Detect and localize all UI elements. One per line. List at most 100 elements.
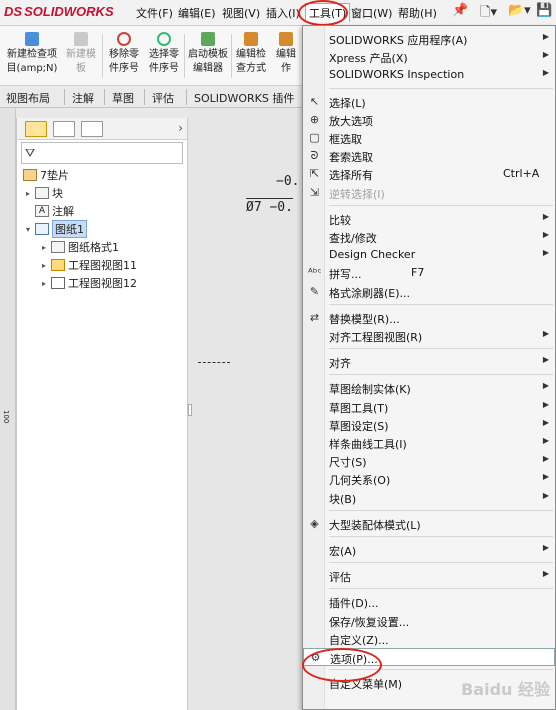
tab-annotation[interactable]: 注解 xyxy=(72,90,94,106)
menu-item-23[interactable]: 草图工具(T) ▶ xyxy=(303,398,555,416)
menu-item-2[interactable]: SOLIDWORKS Inspection ▶ xyxy=(303,66,555,84)
menu-item-24[interactable]: 草图设定(S) ▶ xyxy=(303,416,555,434)
menu-item-17[interactable]: ⇄ 替换模型(R)... xyxy=(303,309,555,327)
tree-item-annotation[interactable]: A 注解 xyxy=(23,202,74,220)
new-check-icon xyxy=(25,32,39,46)
menu-item-label: 块(B) xyxy=(329,492,357,506)
tools-dropdown-menu: SOLIDWORKS 应用程序(A) ▶ Xpress 产品(X) ▶ SOLIDWOR… xyxy=(302,25,556,710)
menu-item-37[interactable]: 保存/恢复设置... xyxy=(303,612,555,630)
menu-item-6[interactable]: ▢ 框选取 xyxy=(303,129,555,147)
tree-item-drawing-view12[interactable]: ▸ 工程图视图12 xyxy=(39,274,137,292)
tab-evaluate[interactable]: 评估 xyxy=(152,90,174,106)
new-template-button[interactable]: 新建模 板 xyxy=(62,32,100,76)
menu-item-34[interactable]: 评估 ▶ xyxy=(303,567,555,585)
remove-balloon-button[interactable]: 移除零 件序号 xyxy=(104,32,144,76)
filter-input[interactable]: ⛛ xyxy=(21,142,183,164)
menu-help[interactable]: 帮助(H) xyxy=(398,5,437,21)
menu-item-12[interactable]: 查找/修改 ▶ xyxy=(303,228,555,246)
menu-item-28[interactable]: 块(B) ▶ xyxy=(303,489,555,507)
menu-item-18[interactable]: 对齐工程图视图(R) ▶ xyxy=(303,327,555,345)
menu-separator xyxy=(329,204,553,206)
menu-item-8[interactable]: ⇱ 选择所有 Ctrl+A xyxy=(303,165,555,183)
menu-item-shortcut: Ctrl+A xyxy=(503,167,540,181)
menu-item-30[interactable]: ◈ 大型装配体模式(L) xyxy=(303,515,555,533)
config-tab-icon[interactable] xyxy=(81,121,103,137)
menu-item-7[interactable]: ᘐ 套索选取 xyxy=(303,147,555,165)
new-check-item-button[interactable]: 新建检查项 目(amp;N) xyxy=(4,32,60,76)
menu-item-5[interactable]: ⊕ 放大选项 xyxy=(303,111,555,129)
tree-item-drawing-view11[interactable]: ▸ 工程图视图11 xyxy=(39,256,137,274)
save-icon[interactable]: 💾 xyxy=(536,3,552,18)
menu-item-label: 样条曲线工具(I) xyxy=(329,438,407,451)
watermark: Baidu 经验 xyxy=(461,680,550,699)
edit-op-button[interactable]: 编辑 作 xyxy=(271,32,301,76)
menu-item-label: 草图绘制实体(K) xyxy=(329,383,411,397)
menu-view[interactable]: 视图(V) xyxy=(222,5,260,21)
property-tab-icon[interactable] xyxy=(53,121,75,137)
tree-root[interactable]: 7垫片 xyxy=(21,166,69,184)
menu-item-27[interactable]: 几何关系(O) ▶ xyxy=(303,470,555,488)
menu-item-label: 对齐工程图视图(R) xyxy=(329,331,423,344)
menu-item-32[interactable]: 宏(A) ▶ xyxy=(303,541,555,559)
tab-sketch[interactable]: 草图 xyxy=(112,90,134,106)
menu-item-0[interactable]: SOLIDWORKS 应用程序(A) ▶ xyxy=(303,30,555,48)
open-folder-icon[interactable]: 📂▾ xyxy=(508,3,531,18)
menu-item-15[interactable]: ✎ 格式涂刷器(E)... xyxy=(303,283,555,301)
menu-item-label: 拼写... xyxy=(329,268,362,282)
menu-item-label: 插件(D)... xyxy=(329,597,379,611)
menu-file[interactable]: 文件(F) xyxy=(136,5,173,21)
menu-item-icon: ⇲ xyxy=(309,185,320,199)
tree-item-sheet1[interactable]: ▾ 图纸1 xyxy=(23,220,87,238)
menu-item-26[interactable]: 尺寸(S) ▶ xyxy=(303,452,555,470)
menu-insert[interactable]: 插入(I) xyxy=(266,5,300,21)
tab-solidworks-addins[interactable]: SOLIDWORKS 插件 xyxy=(194,90,294,106)
tab-separator xyxy=(104,89,105,105)
menu-item-36[interactable]: 插件(D)... xyxy=(303,593,555,611)
panel-collapse-handle[interactable] xyxy=(188,404,192,416)
menu-item-4[interactable]: ↖ 选择(L) xyxy=(303,93,555,111)
template-editor-button[interactable]: 启动模板 编辑器 xyxy=(186,32,230,76)
menu-item-13[interactable]: Design Checker ▶ xyxy=(303,246,555,264)
menu-item-38[interactable]: 自定义(Z)... xyxy=(303,630,555,648)
menu-item-label: 保存/恢复设置... xyxy=(329,615,410,629)
expand-arrow-icon[interactable]: ▸ xyxy=(39,261,49,270)
menu-item-22[interactable]: 草图绘制实体(K) ▶ xyxy=(303,379,555,397)
submenu-arrow-icon: ▶ xyxy=(542,230,549,239)
expand-arrow-icon[interactable]: ▸ xyxy=(23,189,33,198)
menu-item-25[interactable]: 样条曲线工具(I) ▶ xyxy=(303,434,555,452)
expand-arrow-icon[interactable]: ▸ xyxy=(39,243,49,252)
annotation-circle-tools xyxy=(298,0,348,26)
menu-item-label: 选择所有 xyxy=(329,169,373,183)
dimension-text-1: −0. xyxy=(276,174,300,189)
tree-item-sheet-format[interactable]: ▸ 图纸格式1 xyxy=(39,238,119,256)
toolbar-separator xyxy=(102,34,103,78)
section-view-icon xyxy=(51,277,65,289)
select-balloon-button[interactable]: 选择零 件序号 xyxy=(144,32,184,76)
menu-item-label: 大型装配体模式(L) xyxy=(329,518,421,532)
edit-check-method-button[interactable]: 编辑检 查方式 xyxy=(233,32,269,76)
expand-arrow-icon[interactable]: ▸ xyxy=(39,279,49,288)
menu-separator xyxy=(329,562,553,564)
chevron-right-icon[interactable]: › xyxy=(178,121,183,135)
left-ruler: 100 xyxy=(0,108,16,710)
menu-item-20[interactable]: 对齐 ▶ xyxy=(303,353,555,371)
tab-view-layout[interactable]: 视图布局 xyxy=(6,90,50,106)
menu-item-14[interactable]: ᴬᵇᶜ 拼写... F7 xyxy=(303,264,555,282)
pin-icon[interactable]: 📌 xyxy=(452,3,468,18)
dimension-text-2: Ø7 −0. xyxy=(246,198,293,215)
collapse-arrow-icon[interactable]: ▾ xyxy=(23,225,33,234)
drawing-canvas[interactable]: −0. Ø7 −0. xyxy=(188,108,303,710)
feature-tree-tab-icon[interactable] xyxy=(25,121,47,137)
select-balloon-icon xyxy=(157,32,171,46)
solidworks-logo: DS SOLIDWORKS xyxy=(4,4,114,19)
new-document-icon[interactable]: 🗋▾ xyxy=(480,3,497,25)
menu-window[interactable]: 窗口(W) xyxy=(351,5,392,21)
menu-item-9[interactable]: ⇲ 逆转选择(I) xyxy=(303,184,555,202)
block-icon xyxy=(35,187,49,199)
tree-item-block[interactable]: ▸ 块 xyxy=(23,184,63,202)
menu-item-label: 草图设定(S) xyxy=(329,419,389,433)
menu-item-1[interactable]: Xpress 产品(X) ▶ xyxy=(303,48,555,66)
tab-separator xyxy=(186,89,187,105)
menu-edit[interactable]: 编辑(E) xyxy=(178,5,216,21)
menu-item-11[interactable]: 比较 ▶ xyxy=(303,210,555,228)
